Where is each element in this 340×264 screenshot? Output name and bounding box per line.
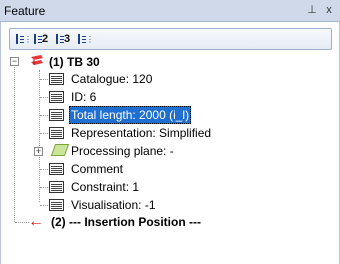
tree-line (40, 97, 48, 98)
property-icon (49, 199, 64, 211)
beam-icon (31, 55, 43, 65)
tree-toolbar: ⋮ 2 3 ⋮ (9, 28, 332, 50)
arrow-left-icon: ← (28, 213, 44, 230)
property-icon (49, 127, 64, 139)
collapse-toggle[interactable]: − (10, 57, 19, 66)
pin-icon[interactable]: ⊥ (305, 3, 319, 17)
tree-line (40, 169, 48, 170)
tree-item-label: (1) TB 30 (49, 55, 100, 69)
tree-line (39, 70, 40, 202)
feature-panel: ⋮ 2 3 ⋮ − (1) TB 30 Catalogue: 120 ID: 6… (0, 22, 340, 264)
tree-item-label: Total length: 2000 (i_l) (69, 106, 192, 124)
property-icon (49, 163, 64, 175)
tree-item-label: Comment (71, 162, 124, 176)
tree-item-label: ID: 6 (71, 90, 97, 104)
level-3-button[interactable]: 3 (56, 32, 70, 46)
collapse-all-icon[interactable]: ⋮ (78, 32, 94, 46)
tree-item-label: Processing plane: - (71, 144, 174, 158)
plane-icon (50, 144, 70, 156)
tree-line (40, 79, 48, 80)
tree-line (40, 205, 48, 206)
tree-line (40, 115, 48, 116)
tree-line (15, 222, 29, 223)
level-2-icon (34, 34, 42, 45)
level-2-button[interactable]: 2 (34, 32, 48, 46)
property-icon (49, 181, 64, 193)
tree-line (40, 133, 48, 134)
tree-line (40, 187, 48, 188)
tree-item-label: Constraint: 1 (71, 180, 140, 194)
panel-titlebar: Feature ⊥ x (0, 0, 340, 22)
expand-toggle[interactable]: + (34, 147, 43, 156)
tree-line (14, 62, 15, 222)
level-3-icon (56, 34, 64, 45)
expand-all-icon[interactable]: ⋮ (16, 32, 32, 46)
property-icon (49, 73, 64, 85)
panel-title: Feature (4, 4, 46, 18)
tree-item-label: Visualisation: -1 (71, 198, 156, 212)
tree-item-label: Catalogue: 120 (71, 72, 153, 86)
close-icon[interactable]: x (322, 3, 336, 17)
property-icon (49, 91, 64, 103)
tree-item-label: (2) --- Insertion Position --- (51, 215, 201, 229)
tree-item-label: Representation: Simplified (71, 126, 212, 140)
property-icon (49, 109, 64, 121)
